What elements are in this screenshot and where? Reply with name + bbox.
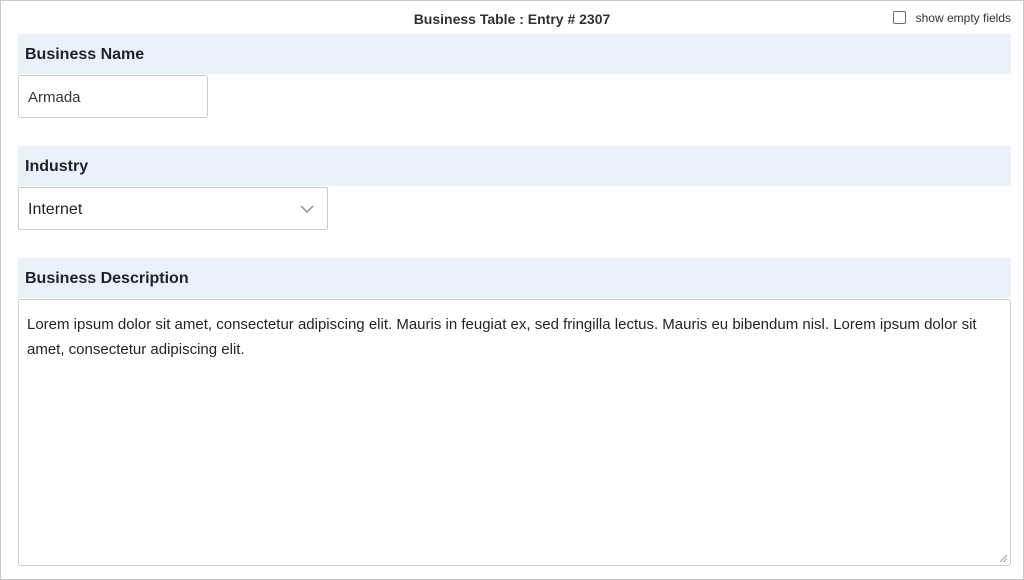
business-name-label: Business Name bbox=[25, 46, 145, 63]
industry-label: Industry bbox=[25, 158, 89, 175]
industry-select[interactable]: Internet bbox=[18, 187, 328, 230]
business-description-textarea[interactable]: Lorem ipsum dolor sit amet, consectetur … bbox=[18, 299, 1011, 566]
business-description-value: Lorem ipsum dolor sit amet, consectetur … bbox=[27, 316, 977, 358]
show-empty-fields-toggle[interactable]: show empty fields bbox=[892, 10, 1011, 25]
show-empty-fields-label[interactable]: show empty fields bbox=[916, 11, 1011, 25]
resize-handle-icon[interactable] bbox=[999, 554, 1008, 563]
business-description-label: Business Description bbox=[25, 270, 189, 287]
business-name-value: Armada bbox=[28, 89, 81, 106]
entry-panel: Business Table : Entry # 2307 show empty… bbox=[0, 0, 1024, 580]
industry-header: Industry bbox=[18, 146, 1011, 186]
chevron-down-icon[interactable] bbox=[299, 203, 315, 215]
industry-selected-value: Internet bbox=[28, 201, 83, 218]
business-name-input[interactable]: Armada bbox=[18, 75, 208, 118]
business-name-header: Business Name bbox=[18, 34, 1011, 74]
business-description-header: Business Description bbox=[18, 258, 1011, 298]
show-empty-fields-checkbox[interactable] bbox=[892, 10, 906, 24]
page-title: Business Table : Entry # 2307 bbox=[413, 11, 611, 27]
title-bar: Business Table : Entry # 2307 show empty… bbox=[1, 1, 1023, 35]
